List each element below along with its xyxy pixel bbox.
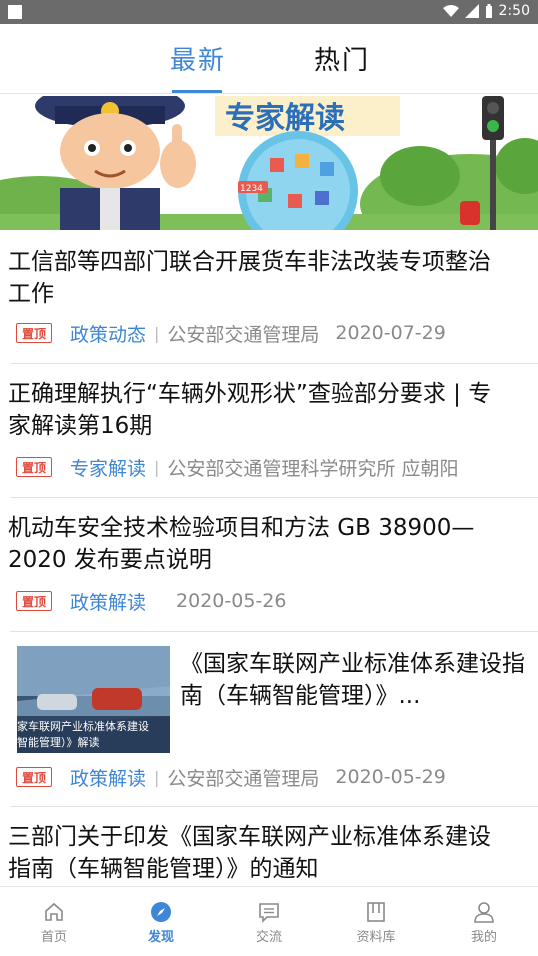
article-source: 公安部交通管理局 <box>167 767 320 790</box>
article-category[interactable]: 专家解读 <box>70 454 146 481</box>
divider <box>10 497 538 498</box>
thumbnail-caption: 家车联网产业标准体系建设 <box>17 719 149 733</box>
nav-library[interactable]: 资料库 <box>336 887 416 956</box>
person-icon <box>474 902 494 923</box>
article-date: 2020-05-29 <box>335 766 446 788</box>
banner-number: 1234 <box>240 184 263 194</box>
article-source: 公安部交通管理局 <box>167 323 320 346</box>
nav-exchange[interactable]: 交流 <box>229 887 309 956</box>
active-tab-indicator <box>172 90 222 93</box>
banner-headline: 专家解读 <box>225 101 345 136</box>
nav-discover[interactable]: 发现 <box>121 887 201 956</box>
article-date: 2020-05-26 <box>176 590 287 612</box>
divider <box>10 631 538 632</box>
status-icons: 2:50 <box>442 3 530 19</box>
article-title[interactable]: 三部门关于印发《国家车联网产业标准体系建设指南（车辆智能管理）》的通知 <box>8 821 513 885</box>
pinned-badge: 置顶 <box>16 457 52 477</box>
book-icon <box>367 902 385 922</box>
pinned-badge: 置顶 <box>16 323 52 343</box>
pinned-badge: 置顶 <box>16 767 52 787</box>
tab-hot[interactable]: 热门 <box>314 40 370 77</box>
nav-label: 资料库 <box>356 930 396 945</box>
thumbnail-caption: 智能管理）》解读 <box>17 735 100 749</box>
home-icon <box>45 902 63 921</box>
nav-label: 首页 <box>40 930 67 945</box>
battery-icon <box>485 4 492 18</box>
article-meta: 置顶 专家解读 | 公安部交通管理科学研究所 应朝阳 <box>16 454 458 480</box>
wifi-icon <box>442 5 459 17</box>
article-category[interactable]: 政策解读 <box>70 764 146 791</box>
pinned-badge: 置顶 <box>16 591 52 611</box>
compass-icon <box>151 902 171 922</box>
article-thumbnail[interactable]: 家车联网产业标准体系建设 智能管理）》解读 <box>17 646 170 753</box>
article-meta: 置顶 政策解读 2020-05-26 <box>16 588 286 614</box>
divider <box>10 806 538 807</box>
article-title[interactable]: 《国家车联网产业标准体系建设指南（车辆智能管理）》... <box>180 648 525 712</box>
article-title[interactable]: 工信部等四部门联合开展货车非法改装专项整治工作 <box>8 246 513 310</box>
banner-illustration: 专家解读 1234 <box>0 96 538 230</box>
article-title[interactable]: 正确理解执行“车辆外观形状”查验部分要求 | 专家解读第16期 <box>8 378 513 442</box>
tab-latest[interactable]: 最新 <box>170 40 226 77</box>
nav-label: 我的 <box>470 930 497 945</box>
thumbnail-image: 家车联网产业标准体系建设 智能管理）》解读 <box>17 646 170 753</box>
notification-icon <box>8 5 22 19</box>
divider <box>10 363 538 364</box>
status-time: 2:50 <box>498 3 530 19</box>
article-meta: 置顶 政策解读 | 公安部交通管理局 2020-05-29 <box>16 764 446 790</box>
status-bar: 2:50 <box>0 0 538 24</box>
article-meta: 置顶 政策动态 | 公安部交通管理局 2020-07-29 <box>16 320 446 346</box>
top-tab-bar: 最新 热门 <box>0 24 538 94</box>
meta-separator: | <box>154 323 160 343</box>
nav-profile[interactable]: 我的 <box>444 887 524 956</box>
nav-label: 交流 <box>255 930 282 945</box>
article-source: 公安部交通管理科学研究所 应朝阳 <box>167 457 459 480</box>
nav-home[interactable]: 首页 <box>14 887 94 956</box>
nav-label: 发现 <box>147 930 174 945</box>
chat-icon <box>259 903 279 923</box>
article-category[interactable]: 政策动态 <box>70 320 146 347</box>
meta-separator: | <box>154 457 160 477</box>
article-date: 2020-07-29 <box>335 322 446 344</box>
article-category[interactable]: 政策解读 <box>70 588 146 615</box>
signal-icon <box>464 4 479 18</box>
expert-banner[interactable]: 专家解读 1234 <box>0 96 538 230</box>
article-title[interactable]: 机动车安全技术检验项目和方法 GB 38900—2020 发布要点说明 <box>8 512 513 576</box>
meta-separator: | <box>154 767 160 787</box>
bottom-navigation: 首页 发现 交流 资料库 我的 <box>0 886 538 956</box>
